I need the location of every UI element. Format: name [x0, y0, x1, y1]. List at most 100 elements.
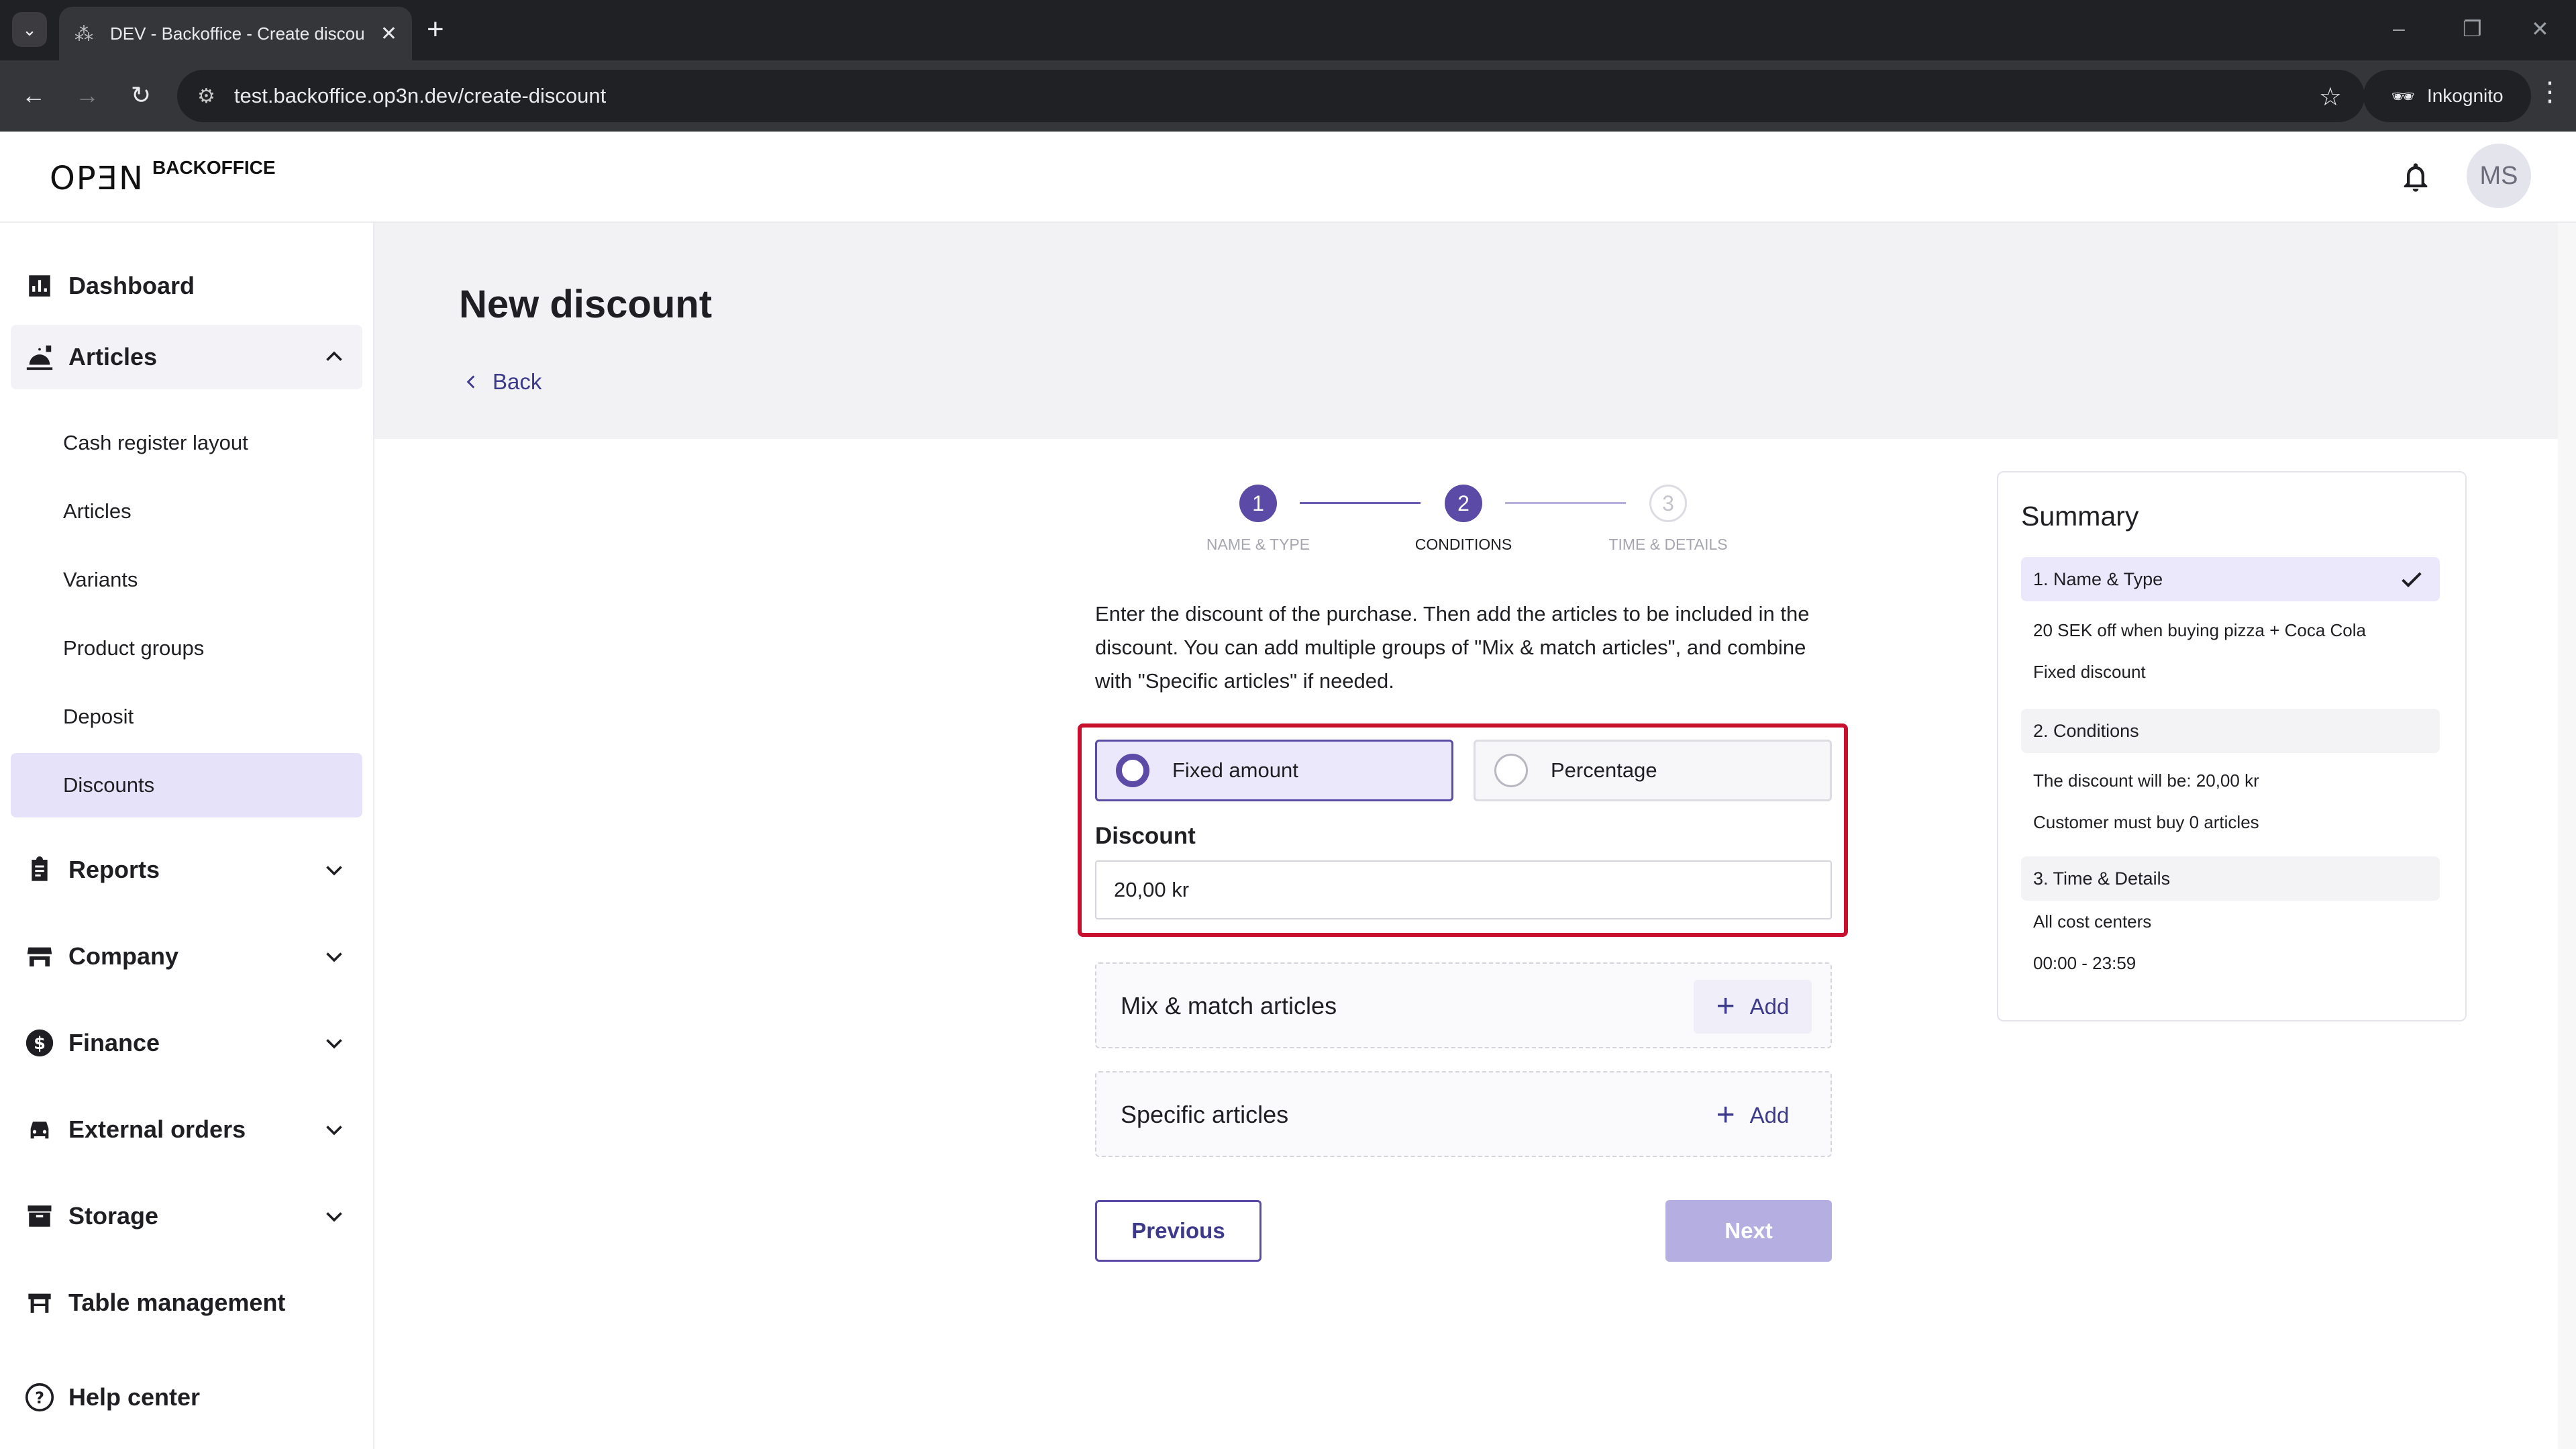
plus-icon: +	[1716, 1097, 1735, 1133]
summary-line: The discount will be: 20,00 kr	[2033, 770, 2259, 791]
close-tab-icon[interactable]: ✕	[380, 22, 397, 46]
step-connector	[1505, 502, 1626, 504]
sidebar-item-table-management[interactable]: Table management	[11, 1270, 362, 1335]
sidebar-item-company[interactable]: Company	[11, 924, 362, 989]
add-mix-match-button[interactable]: + Add	[1694, 980, 1812, 1034]
user-avatar[interactable]: MS	[2467, 144, 2531, 208]
back-link[interactable]: Back	[463, 369, 542, 395]
sidebar-subitem-deposit[interactable]: Deposit	[11, 685, 362, 749]
mix-match-articles-card: Mix & match articles + Add	[1095, 962, 1832, 1048]
step-3-indicator: 3	[1649, 485, 1687, 522]
logo-mark: OPƎN	[50, 160, 144, 197]
clipboard-icon	[24, 854, 55, 885]
summary-section-time-details[interactable]: 3. Time & Details	[2021, 856, 2440, 901]
tab-search-button[interactable]: ⌄	[12, 12, 47, 47]
close-window-icon[interactable]: ✕	[2531, 16, 2549, 42]
site-settings-icon[interactable]: ⚙	[197, 85, 215, 108]
page-header-band	[374, 223, 2576, 439]
url-text: test.backoffice.op3n.dev/create-discount	[234, 84, 607, 107]
summary-section-conditions[interactable]: 2. Conditions	[2021, 709, 2440, 753]
food-icon	[24, 342, 55, 372]
sidebar-item-label: Storage	[68, 1202, 159, 1230]
notification-bell-icon[interactable]	[2398, 158, 2433, 196]
new-tab-icon[interactable]: +	[427, 15, 444, 44]
sidebar-item-label: Company	[68, 942, 179, 970]
svg-text:$: $	[34, 1034, 46, 1054]
step-1-indicator[interactable]: 1	[1239, 485, 1277, 522]
sidebar-item-help-center[interactable]: ? Help center	[11, 1365, 362, 1430]
sidebar-subitem-discounts[interactable]: Discounts	[11, 753, 362, 817]
sidebar-item-storage[interactable]: Storage	[11, 1184, 362, 1248]
sidebar-item-external-orders[interactable]: External orders	[11, 1097, 362, 1162]
summary-section-label: 3. Time & Details	[2033, 868, 2171, 889]
reload-icon[interactable]: ↻	[123, 78, 158, 113]
sidebar-item-articles[interactable]: Articles	[11, 325, 362, 389]
step-connector	[1300, 502, 1421, 504]
back-arrow-icon[interactable]: ←	[16, 78, 51, 113]
dollar-icon: $	[24, 1028, 55, 1058]
previous-button[interactable]: Previous	[1095, 1200, 1261, 1262]
sidebar-item-reports[interactable]: Reports	[11, 838, 362, 902]
browser-menu-icon[interactable]: ⋮	[2536, 77, 2563, 107]
next-button[interactable]: Next	[1665, 1200, 1832, 1262]
logo[interactable]: OPƎN BACKOFFICE	[50, 157, 276, 195]
minimize-icon[interactable]: –	[2393, 16, 2405, 41]
back-label: Back	[493, 369, 542, 394]
incognito-label: Inkognito	[2426, 85, 2504, 106]
discount-input[interactable]	[1095, 860, 1832, 919]
sidebar-item-label: Help center	[68, 1383, 201, 1411]
step-3-label: TIME & DETAILS	[1608, 536, 1728, 553]
sidebar-subitem-variants[interactable]: Variants	[11, 548, 362, 612]
summary-section-label: 2. Conditions	[2033, 720, 2139, 741]
page-scrollbar[interactable]	[2558, 223, 2576, 1449]
sidebar-subitem-articles[interactable]: Articles	[11, 479, 362, 544]
restore-icon[interactable]: ❐	[2463, 16, 2482, 42]
summary-title: Summary	[2021, 501, 2139, 532]
table-icon	[24, 1287, 55, 1318]
tab-title: DEV - Backoffice - Create discou	[110, 23, 365, 44]
summary-section-label: 1. Name & Type	[2033, 568, 2163, 589]
checkmark-icon	[2402, 572, 2422, 588]
percentage-label: Percentage	[1551, 758, 1657, 782]
add-specific-articles-button[interactable]: + Add	[1694, 1089, 1812, 1142]
bar-chart-icon	[24, 270, 55, 301]
discount-field-label: Discount	[1095, 823, 1196, 849]
add-label: Add	[1749, 994, 1790, 1019]
chevron-left-icon	[466, 375, 475, 389]
sidebar-item-dashboard[interactable]: Dashboard	[11, 254, 362, 318]
summary-panel: Summary 1. Name & Type 20 SEK off when b…	[1997, 471, 2467, 1021]
browser-toolbar: ← → ↻ ⚙ test.backoffice.op3n.dev/create-…	[0, 60, 2576, 132]
radio-unselected-icon	[1494, 754, 1528, 787]
help-icon: ?	[24, 1382, 55, 1413]
address-bar[interactable]: ⚙ test.backoffice.op3n.dev/create-discou…	[177, 70, 2365, 122]
mix-match-title: Mix & match articles	[1121, 992, 1337, 1019]
summary-line: Customer must buy 0 articles	[2033, 812, 2259, 832]
incognito-indicator[interactable]: 🕶 Inkognito	[2363, 70, 2531, 122]
app-header: OPƎN BACKOFFICE MS	[0, 132, 2576, 223]
logo-text: BACKOFFICE	[152, 157, 276, 178]
percentage-option[interactable]: Percentage	[1474, 740, 1832, 801]
summary-line: All cost centers	[2033, 911, 2152, 932]
sidebar-subitem-cash-register-layout[interactable]: Cash register layout	[11, 411, 362, 475]
sidebar-item-label: Finance	[68, 1029, 160, 1056]
specific-articles-title: Specific articles	[1121, 1101, 1289, 1128]
step-2-indicator[interactable]: 2	[1445, 485, 1482, 522]
store-icon	[24, 941, 55, 972]
intro-text: Enter the discount of the purchase. Then…	[1095, 602, 1810, 693]
sidebar-item-label: Dashboard	[68, 272, 195, 299]
sidebar-item-label: Reports	[68, 856, 160, 883]
svg-text:?: ?	[35, 1389, 44, 1407]
step-1-label: NAME & TYPE	[1206, 536, 1310, 553]
summary-section-name-type[interactable]: 1. Name & Type	[2021, 557, 2440, 601]
sidebar-item-finance[interactable]: $ Finance	[11, 1011, 362, 1075]
bookmark-star-icon[interactable]: ☆	[2319, 82, 2342, 112]
summary-line: 00:00 - 23:59	[2033, 953, 2136, 973]
browser-tab[interactable]: ⁂ DEV - Backoffice - Create discou ✕	[59, 7, 412, 60]
chevron-up-icon	[326, 351, 342, 361]
forward-arrow-icon[interactable]: →	[70, 78, 105, 113]
step-2-label: CONDITIONS	[1414, 536, 1512, 553]
sidebar-subitem-product-groups[interactable]: Product groups	[11, 616, 362, 681]
fixed-amount-option[interactable]: Fixed amount	[1095, 740, 1453, 801]
sidebar-item-label: External orders	[68, 1115, 246, 1143]
sidebar: Dashboard Articles Cash register layout …	[0, 223, 374, 1449]
